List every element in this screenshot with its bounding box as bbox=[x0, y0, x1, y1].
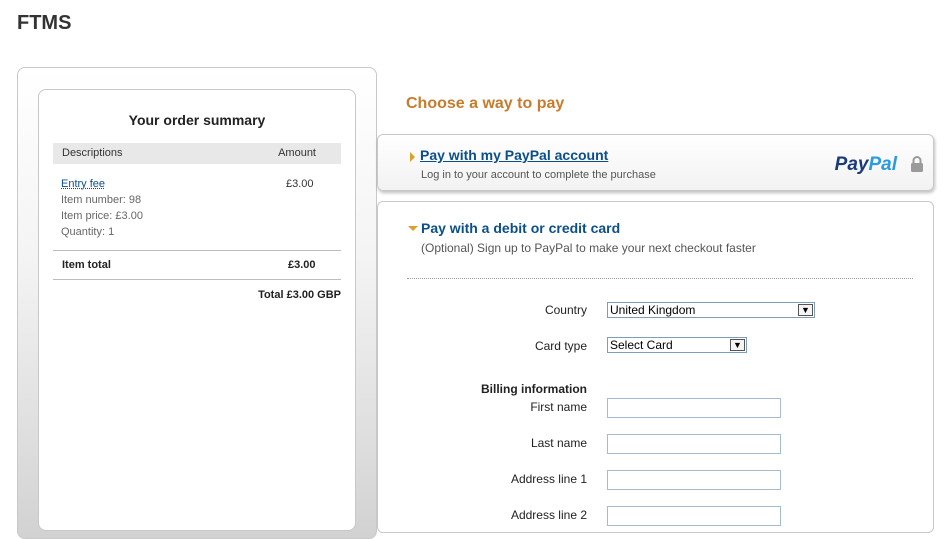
billing-information-heading: Billing information bbox=[481, 382, 587, 396]
item-name-link[interactable]: Entry fee bbox=[61, 178, 105, 190]
divider bbox=[53, 279, 341, 280]
paypal-logo-pay: Pay bbox=[834, 154, 869, 175]
address-line-1-label: Address line 1 bbox=[510, 472, 587, 486]
item-total-amount: £3.00 bbox=[288, 259, 316, 271]
lock-icon bbox=[911, 156, 923, 172]
item-quantity: Quantity: 1 bbox=[61, 226, 115, 238]
pay-with-paypal-link[interactable]: Pay with my PayPal account bbox=[420, 147, 608, 163]
card-type-select[interactable]: Select Card ▼ bbox=[607, 337, 747, 353]
expand-arrow-icon bbox=[410, 152, 415, 162]
col-descriptions: Descriptions bbox=[62, 147, 123, 159]
order-summary-card: Your order summary Descriptions Amount E… bbox=[38, 89, 356, 531]
first-name-field[interactable] bbox=[607, 398, 781, 418]
chevron-down-icon[interactable]: ▼ bbox=[730, 339, 745, 351]
paypal-logo-pal: Pal bbox=[868, 154, 897, 175]
item-amount: £3.00 bbox=[286, 178, 314, 190]
collapse-arrow-icon bbox=[408, 226, 418, 231]
paypal-logo: PayPal bbox=[835, 154, 897, 176]
card-type-label: Card type bbox=[534, 339, 587, 353]
paypal-account-option[interactable]: Pay with my PayPal account Log in to you… bbox=[377, 134, 934, 191]
paypal-option-subtitle: Log in to your account to complete the p… bbox=[421, 169, 656, 181]
grand-total: Total £3.00 GBP bbox=[258, 289, 341, 301]
address-line-2-label: Address line 2 bbox=[510, 508, 587, 522]
card-option-title[interactable]: Pay with a debit or credit card bbox=[421, 220, 620, 236]
col-amount: Amount bbox=[278, 147, 316, 159]
first-name-label: First name bbox=[530, 400, 587, 414]
dotted-divider bbox=[407, 278, 913, 279]
summary-title: Your order summary bbox=[128, 112, 266, 128]
summary-header-row: Descriptions Amount bbox=[53, 143, 341, 164]
chevron-down-icon[interactable]: ▼ bbox=[798, 304, 813, 316]
divider bbox=[53, 250, 341, 251]
item-number: Item number: 98 bbox=[61, 194, 142, 206]
item-total-label: Item total bbox=[62, 259, 111, 271]
merchant-name: FTMS bbox=[17, 12, 72, 34]
country-select[interactable]: United Kingdom ▼ bbox=[607, 302, 815, 318]
card-option-subtitle: (Optional) Sign up to PayPal to make you… bbox=[421, 241, 756, 255]
last-name-field[interactable] bbox=[607, 434, 781, 454]
country-label: Country bbox=[544, 303, 587, 317]
country-value: United Kingdom bbox=[610, 303, 696, 317]
last-name-label: Last name bbox=[530, 436, 587, 450]
address-line-2-field[interactable] bbox=[607, 506, 781, 526]
card-type-value: Select Card bbox=[610, 338, 673, 352]
item-price: Item price: £3.00 bbox=[61, 210, 143, 222]
choose-way-to-pay-title: Choose a way to pay bbox=[406, 95, 565, 112]
address-line-1-field[interactable] bbox=[607, 470, 781, 490]
card-payment-option: Pay with a debit or credit card (Optiona… bbox=[377, 201, 934, 533]
